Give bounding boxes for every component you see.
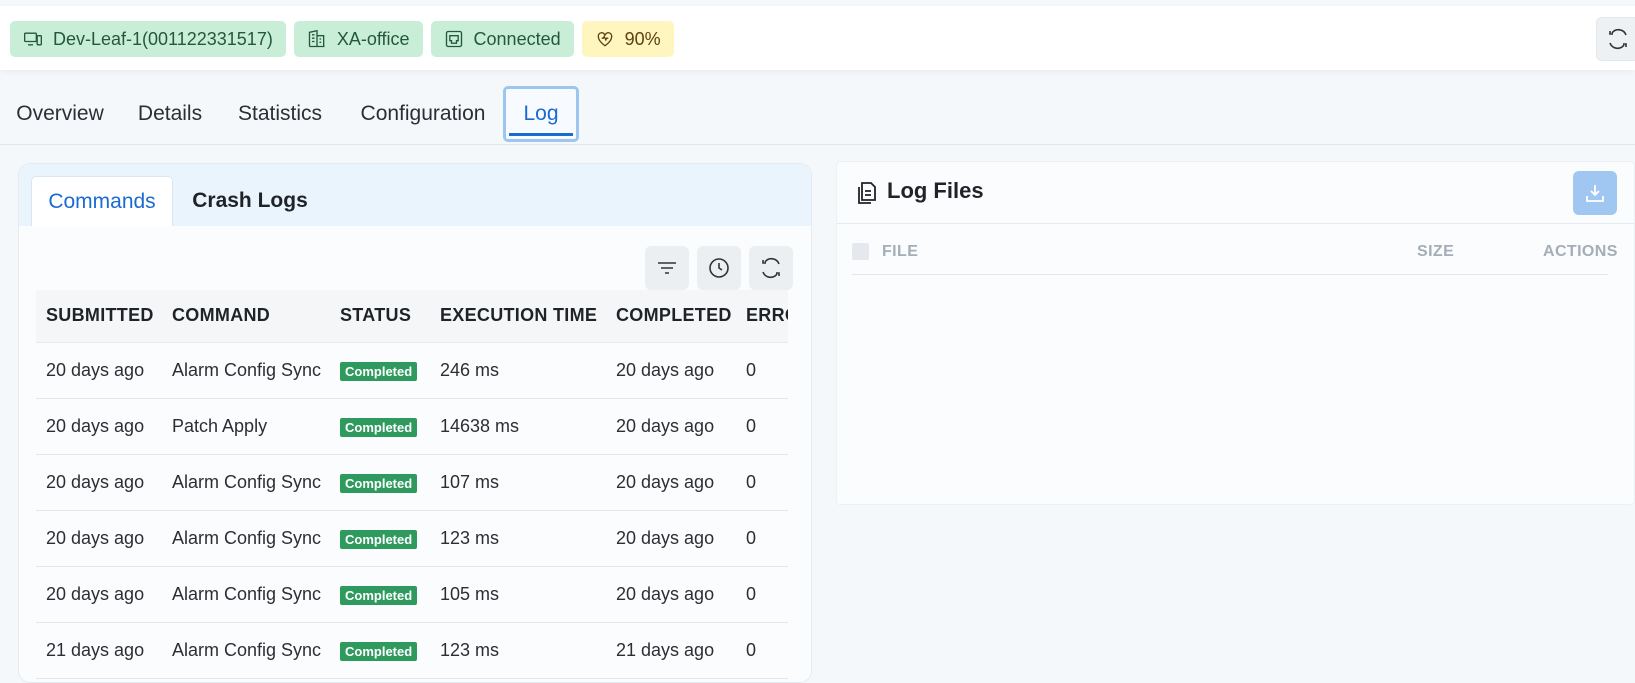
status-badge: Completed — [340, 529, 418, 549]
column-status[interactable]: STATUS — [330, 290, 430, 343]
tab-details[interactable]: Details — [138, 86, 202, 142]
cell-execution-time: 105 ms — [430, 566, 606, 623]
cell-status: Completed — [330, 622, 430, 679]
device-badges: Dev-Leaf-1(001122331517) XA-office Conne… — [10, 21, 674, 57]
site-badge: XA-office — [293, 21, 423, 57]
status-badge: Completed — [340, 361, 418, 381]
cell-completed: 21 days ago — [606, 622, 736, 679]
status-badge: Completed — [340, 417, 418, 437]
tab-statistics[interactable]: Statistics — [238, 86, 322, 142]
connection-status: Connected — [473, 28, 561, 49]
filter-button[interactable] — [645, 246, 689, 290]
select-all-checkbox[interactable] — [852, 243, 869, 260]
cell-submitted: 20 days ago — [36, 454, 162, 511]
log-files-table-header: FILE SIZE ACTIONS — [852, 237, 1617, 275]
download-logs-button[interactable] — [1573, 171, 1617, 215]
tab-configuration[interactable]: Configuration — [358, 86, 488, 142]
column-size[interactable]: SIZE — [1417, 243, 1454, 261]
cell-completed: 20 days ago — [606, 454, 736, 511]
cell-completed: 20 days ago — [606, 398, 736, 455]
status-badge: Completed — [340, 641, 418, 661]
table-row[interactable]: 20 days ago Alarm Config Sync Completed … — [36, 510, 788, 567]
table-header-row: SUBMITTED COMMAND STATUS EXECUTION TIME … — [36, 290, 788, 343]
cell-execution-time: 123 ms — [430, 510, 606, 567]
column-submitted[interactable]: SUBMITTED — [36, 290, 162, 343]
cell-error: 0 — [736, 342, 788, 399]
tab-overview[interactable]: Overview — [16, 86, 104, 142]
commands-table: SUBMITTED COMMAND STATUS EXECUTION TIME … — [36, 290, 788, 679]
devices-icon — [24, 32, 42, 46]
filter-icon — [658, 262, 676, 274]
cell-status: Completed — [330, 510, 430, 567]
log-files-header: Log Files — [837, 162, 1634, 224]
cell-execution-time: 246 ms — [430, 342, 606, 399]
cell-submitted: 20 days ago — [36, 566, 162, 623]
column-actions: ACTIONS — [1543, 243, 1618, 260]
cell-error: 0 — [736, 454, 788, 511]
log-subtabs: Commands Crash Logs — [19, 164, 811, 226]
cell-status: Completed — [330, 398, 430, 455]
heart-pulse-icon — [597, 32, 612, 47]
cell-error: 0 — [736, 398, 788, 455]
cell-command: Alarm Config Sync — [162, 566, 330, 623]
cell-execution-time: 123 ms — [430, 622, 606, 679]
status-badge: Completed — [340, 585, 418, 605]
cell-execution-time: 107 ms — [430, 454, 606, 511]
cell-execution-time: 14638 ms — [430, 398, 606, 455]
connection-badge: Connected — [430, 21, 574, 57]
refresh-icon — [762, 257, 780, 279]
column-execution-time[interactable]: EXECUTION TIME — [430, 290, 606, 343]
column-error[interactable]: ERROR — [736, 290, 788, 343]
health-badge: 90% — [581, 21, 674, 57]
table-row[interactable]: 20 days ago Alarm Config Sync Completed … — [36, 342, 788, 399]
site-name: XA-office — [336, 28, 410, 49]
column-file[interactable]: FILE — [882, 243, 918, 261]
history-button[interactable] — [697, 246, 741, 290]
cell-error: 0 — [736, 510, 788, 567]
column-command[interactable]: COMMAND — [162, 290, 330, 343]
clock-icon — [709, 258, 729, 278]
cell-status: Completed — [330, 566, 430, 623]
building-icon — [308, 29, 325, 48]
refresh-commands-button[interactable] — [749, 246, 793, 290]
cell-command: Alarm Config Sync — [162, 454, 330, 511]
table-row[interactable]: 20 days ago Patch Apply Completed 14638 … — [36, 398, 788, 455]
tab-log[interactable]: Log — [503, 86, 579, 142]
cell-submitted: 20 days ago — [36, 398, 162, 455]
cell-completed: 20 days ago — [606, 566, 736, 623]
ethernet-port-icon — [445, 30, 462, 48]
download-icon — [1586, 185, 1604, 202]
file-copy-icon — [858, 182, 876, 204]
cell-error: 0 — [736, 622, 788, 679]
table-row[interactable]: 20 days ago Alarm Config Sync Completed … — [36, 454, 788, 511]
cell-command: Patch Apply — [162, 398, 330, 455]
log-files-card: Log Files FILE SIZE ACTIONS — [836, 161, 1635, 505]
cell-submitted: 21 days ago — [36, 622, 162, 679]
device-header: Dev-Leaf-1(001122331517) XA-office Conne… — [0, 6, 1635, 70]
cell-completed: 20 days ago — [606, 342, 736, 399]
cell-command: Alarm Config Sync — [162, 622, 330, 679]
cell-submitted: 20 days ago — [36, 510, 162, 567]
cell-completed: 20 days ago — [606, 510, 736, 567]
device-tabs: Overview Details Statistics Configuratio… — [0, 84, 1635, 145]
refresh-icon — [1609, 28, 1627, 50]
subtab-commands[interactable]: Commands — [31, 176, 173, 226]
refresh-device-button[interactable] — [1596, 17, 1635, 61]
cell-error: 0 — [736, 566, 788, 623]
table-row[interactable]: 20 days ago Alarm Config Sync Completed … — [36, 566, 788, 623]
device-name: Dev-Leaf-1(001122331517) — [53, 28, 273, 49]
log-files-title: Log Files — [887, 178, 984, 203]
column-completed[interactable]: COMPLETED — [606, 290, 736, 343]
cell-command: Alarm Config Sync — [162, 342, 330, 399]
cell-status: Completed — [330, 342, 430, 399]
subtab-crash-logs[interactable]: Crash Logs — [191, 176, 309, 226]
health-score: 90% — [624, 28, 661, 49]
device-name-badge: Dev-Leaf-1(001122331517) — [10, 21, 286, 57]
cell-status: Completed — [330, 454, 430, 511]
commands-card: Commands Crash Logs SUBMITTED COMMAND ST… — [18, 163, 812, 683]
table-row[interactable]: 21 days ago Alarm Config Sync Completed … — [36, 622, 788, 679]
cell-submitted: 20 days ago — [36, 342, 162, 399]
status-badge: Completed — [340, 473, 418, 493]
cell-command: Alarm Config Sync — [162, 510, 330, 567]
